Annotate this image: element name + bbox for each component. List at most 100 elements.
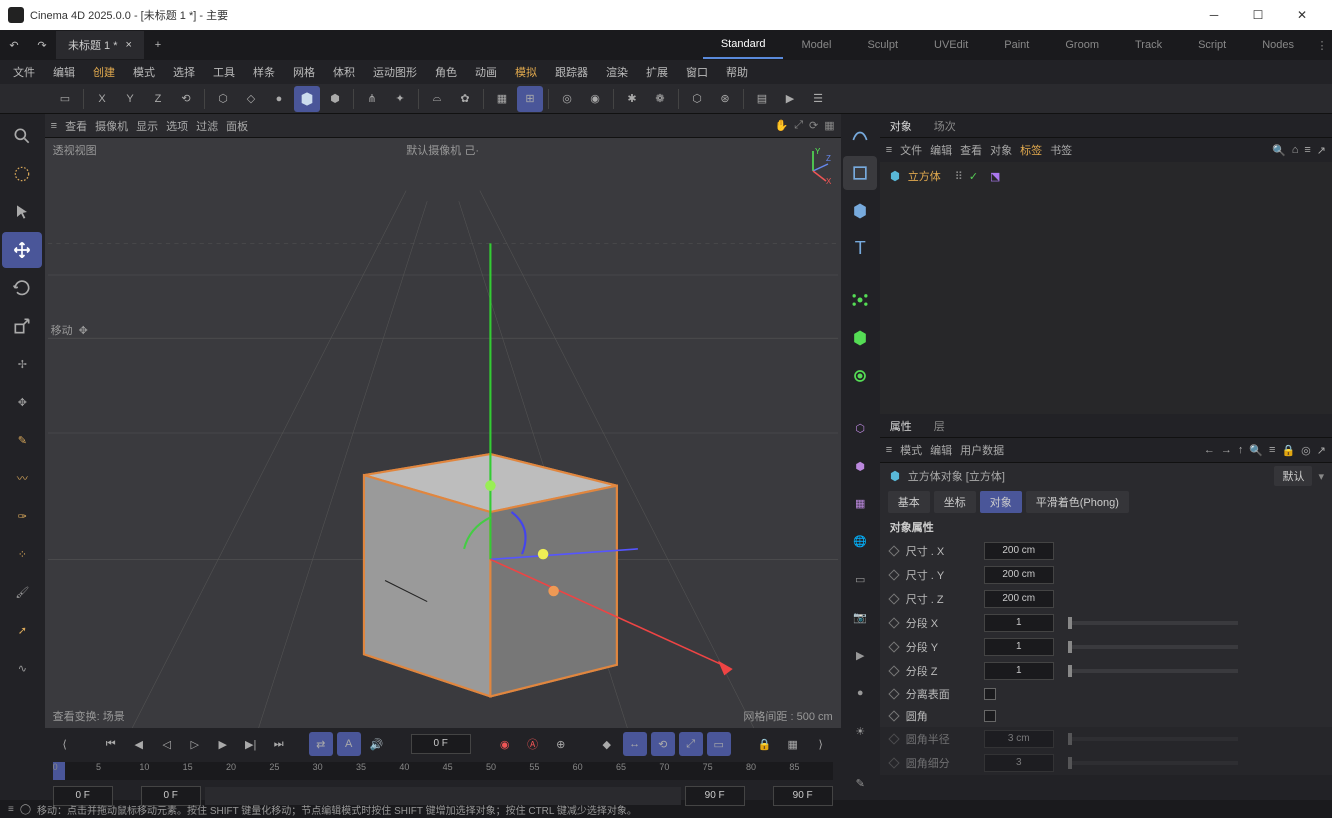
world-axis-icon[interactable]: ⟲ — [173, 86, 199, 112]
tl-prev-icon[interactable]: ⟨ — [53, 732, 77, 756]
menu-动画[interactable]: 动画 — [468, 61, 504, 83]
spline-pen-tool[interactable]: ✎ — [2, 422, 42, 458]
frame-icon[interactable]: ▭ — [52, 86, 78, 112]
target2-icon[interactable]: ◉ — [582, 86, 608, 112]
attr-value-field[interactable]: 1 — [984, 662, 1054, 680]
tab-attributes[interactable]: 属性 — [886, 416, 916, 436]
tab-layers[interactable]: 层 — [930, 416, 949, 436]
layout-tab-groom[interactable]: Groom — [1047, 31, 1117, 59]
hex-icon[interactable]: ⬡ — [210, 86, 236, 112]
edit-icon[interactable]: ✎ — [843, 766, 877, 800]
attr-hamburger-icon[interactable]: ≡ — [886, 444, 892, 456]
enable-check-icon[interactable]: ✓ — [969, 170, 978, 183]
select-tool[interactable] — [2, 156, 42, 192]
attr-slider[interactable] — [1068, 621, 1238, 625]
object-tree[interactable]: 立方体 ⠿ ✓ ⬔ — [880, 162, 1332, 414]
spline-tool[interactable]: 〰 — [2, 460, 42, 496]
timeline-ruler[interactable]: 051015202530354045505560657075808590 — [53, 762, 833, 780]
keyframe-diamond-icon[interactable] — [888, 710, 899, 721]
atom-icon[interactable]: ⊛ — [712, 86, 738, 112]
attr-search-icon[interactable]: 🔍 — [1249, 444, 1263, 457]
search-icon[interactable] — [2, 118, 42, 154]
tl-scale-icon[interactable]: ⤢ — [679, 732, 703, 756]
attr-tab-对象[interactable]: 对象 — [980, 491, 1022, 513]
om-tags[interactable]: 标签 — [1020, 142, 1042, 158]
uv2-mode-icon[interactable]: ⬢ — [843, 449, 877, 483]
menu-窗口[interactable]: 窗口 — [679, 61, 715, 83]
minimize-button[interactable]: ─ — [1192, 0, 1236, 30]
camera-icon[interactable]: 📷 — [843, 601, 877, 635]
attr-value-field[interactable]: 200 cm — [984, 590, 1054, 608]
pen-tool[interactable]: ✑ — [2, 498, 42, 534]
grid-icon[interactable]: ▦ — [489, 86, 515, 112]
om-file[interactable]: 文件 — [900, 142, 922, 158]
attr-value-field[interactable]: 1 — [984, 614, 1054, 632]
attr-tab-基本[interactable]: 基本 — [888, 491, 930, 513]
vp-zoom-icon[interactable]: ⤢ — [794, 119, 803, 132]
tl-dope-icon[interactable]: ▦ — [781, 732, 805, 756]
globe-icon[interactable]: 🌐 — [843, 525, 877, 559]
scale-tool[interactable] — [2, 308, 42, 344]
text-mode-icon[interactable]: T — [843, 232, 877, 266]
tl-rot-icon[interactable]: ⟲ — [651, 732, 675, 756]
tl-next-icon[interactable]: ⟩ — [809, 732, 833, 756]
vp-menu-filter[interactable]: 过滤 — [196, 118, 218, 134]
object-name[interactable]: 立方体 — [908, 168, 941, 184]
preset-dropdown[interactable]: 默认 — [1274, 466, 1312, 486]
butterfly-icon[interactable]: ✱ — [619, 86, 645, 112]
menu-样条[interactable]: 样条 — [246, 61, 282, 83]
render-region-icon[interactable]: ▭ — [843, 563, 877, 597]
attr-value-field[interactable]: 200 cm — [984, 566, 1054, 584]
menu-选择[interactable]: 选择 — [166, 61, 202, 83]
keyframe-diamond-icon[interactable] — [888, 545, 899, 556]
attr-value-field[interactable]: 1 — [984, 638, 1054, 656]
attr-tab-平滑着色(Phong)[interactable]: 平滑着色(Phong) — [1026, 491, 1129, 513]
tl-keyframe-icon[interactable]: ◆ — [595, 732, 619, 756]
range-end2-field[interactable]: 90 F — [773, 786, 833, 806]
attr-mode[interactable]: 模式 — [900, 442, 922, 458]
menu-体积[interactable]: 体积 — [326, 61, 362, 83]
om-edit[interactable]: 编辑 — [930, 142, 952, 158]
menu-角色[interactable]: 角色 — [428, 61, 464, 83]
menu-工具[interactable]: 工具 — [206, 61, 242, 83]
edge-mode-icon[interactable] — [843, 321, 877, 355]
attr-popout-icon[interactable]: ↗ — [1317, 444, 1326, 457]
keyframe-diamond-icon[interactable] — [888, 593, 899, 604]
record-cam-icon[interactable]: ● — [843, 676, 877, 710]
tl-stepback-icon[interactable]: ◀ — [127, 732, 151, 756]
move-tool[interactable] — [2, 232, 42, 268]
viewport-camera-label[interactable]: 默认摄像机 己· — [406, 142, 479, 158]
transform-tool[interactable]: ✢ — [2, 346, 42, 382]
tl-autokey-icon[interactable]: A — [337, 732, 361, 756]
attr-userdata[interactable]: 用户数据 — [960, 442, 1004, 458]
tl-param-icon[interactable]: ▭ — [707, 732, 731, 756]
om-home-icon[interactable]: ⌂ — [1292, 144, 1299, 157]
close-tab-icon[interactable]: × — [126, 39, 132, 51]
vp-orbit-icon[interactable]: ⟳ — [809, 119, 818, 132]
tab-takes[interactable]: 场次 — [930, 116, 960, 136]
tab-objects[interactable]: 对象 — [886, 116, 916, 136]
layout-tab-uvedit[interactable]: UVEdit — [916, 31, 986, 59]
add-tab-button[interactable]: + — [144, 31, 172, 59]
keyframe-diamond-icon[interactable] — [888, 641, 899, 652]
menu-帮助[interactable]: 帮助 — [719, 61, 755, 83]
attr-edit[interactable]: 编辑 — [930, 442, 952, 458]
gear-icon[interactable]: ✿ — [452, 86, 478, 112]
play-icon[interactable]: ▶ — [777, 86, 803, 112]
attr-checkbox[interactable] — [984, 710, 996, 722]
joint-icon[interactable]: ⋔ — [359, 86, 385, 112]
preset-menu-icon[interactable]: ▾ — [1318, 470, 1324, 483]
menu-运动图形[interactable]: 运动图形 — [366, 61, 424, 83]
object-tree-item[interactable]: 立方体 ⠿ ✓ ⬔ — [888, 166, 1324, 186]
attr-value-field[interactable]: 200 cm — [984, 542, 1054, 560]
menu-扩展[interactable]: 扩展 — [639, 61, 675, 83]
layout-tab-script[interactable]: Script — [1180, 31, 1244, 59]
layout-tab-standard[interactable]: Standard — [703, 31, 784, 59]
tl-play-icon[interactable]: ▷ — [183, 732, 207, 756]
menu-网格[interactable]: 网格 — [286, 61, 322, 83]
target-icon[interactable]: ◎ — [554, 86, 580, 112]
tl-keyall-icon[interactable]: ⊕ — [549, 732, 573, 756]
om-hamburger-icon[interactable]: ≡ — [886, 144, 892, 156]
layout-tab-track[interactable]: Track — [1117, 31, 1180, 59]
layout-tab-model[interactable]: Model — [783, 31, 849, 59]
